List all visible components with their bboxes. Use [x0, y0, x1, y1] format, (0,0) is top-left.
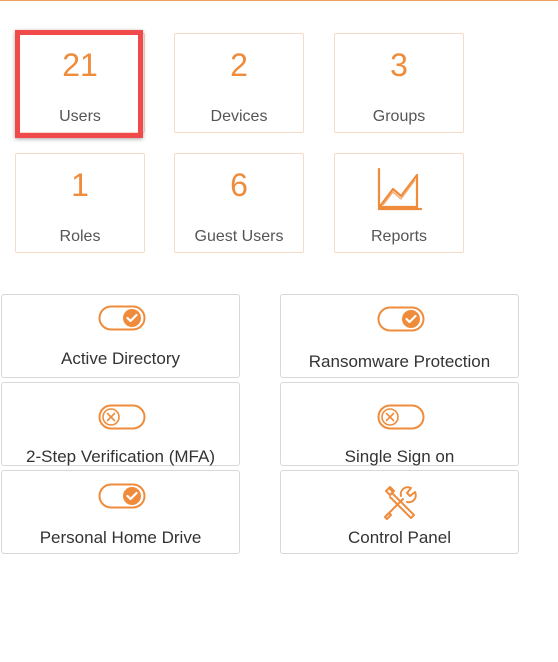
tools-icon [384, 486, 417, 520]
guest-users-count: 6 [230, 167, 248, 203]
feature-single-sign-on: Single Sign on [280, 382, 519, 466]
mfa-toggle[interactable] [98, 404, 146, 430]
users-label: Users [59, 108, 101, 125]
feature-control-panel[interactable]: Control Panel [280, 470, 519, 554]
devices-label: Devices [210, 108, 268, 125]
feature-2-step-verification: 2-Step Verification (MFA) [1, 382, 240, 466]
personal-home-drive-toggle[interactable] [98, 483, 146, 509]
toggle-off-icon [377, 404, 425, 430]
personal-home-drive-label: Personal Home Drive [39, 528, 202, 547]
mfa-label: 2-Step Verification (MFA) [26, 447, 215, 466]
roles-label: Roles [59, 228, 101, 245]
top-divider [0, 0, 558, 1]
feature-ransomware-protection: Ransomware Protection [280, 294, 519, 378]
active-directory-label: Active Directory [60, 349, 181, 368]
feature-personal-home-drive: Personal Home Drive [1, 470, 240, 554]
guest-users-label: Guest Users [194, 228, 284, 245]
feature-active-directory: Active Directory [1, 294, 240, 378]
devices-tile[interactable]: 2 Devices [174, 33, 304, 133]
users-count: 21 [62, 47, 98, 83]
roles-tile[interactable]: 1 Roles [15, 153, 145, 253]
ransomware-protection-toggle[interactable] [377, 306, 425, 332]
reports-label: Reports [370, 228, 428, 245]
guest-users-tile[interactable]: 6 Guest Users [174, 153, 304, 253]
ransomware-protection-label: Ransomware Protection [308, 352, 491, 371]
devices-count: 2 [230, 47, 248, 83]
toggle-on-icon [98, 305, 146, 331]
chart-icon [377, 167, 423, 211]
roles-count: 1 [71, 167, 89, 203]
reports-tile[interactable]: Reports [334, 153, 464, 253]
toggle-off-icon [98, 404, 146, 430]
groups-label: Groups [372, 108, 426, 125]
single-sign-on-toggle[interactable] [377, 404, 425, 430]
toggle-on-icon [377, 306, 425, 332]
groups-count: 3 [390, 47, 408, 83]
groups-tile[interactable]: 3 Groups [334, 33, 464, 133]
single-sign-on-label: Single Sign on [344, 447, 455, 466]
toggle-on-icon [98, 483, 146, 509]
control-panel-label: Control Panel [347, 528, 451, 547]
active-directory-toggle[interactable] [98, 305, 146, 331]
users-tile[interactable]: 21 Users [15, 33, 145, 133]
